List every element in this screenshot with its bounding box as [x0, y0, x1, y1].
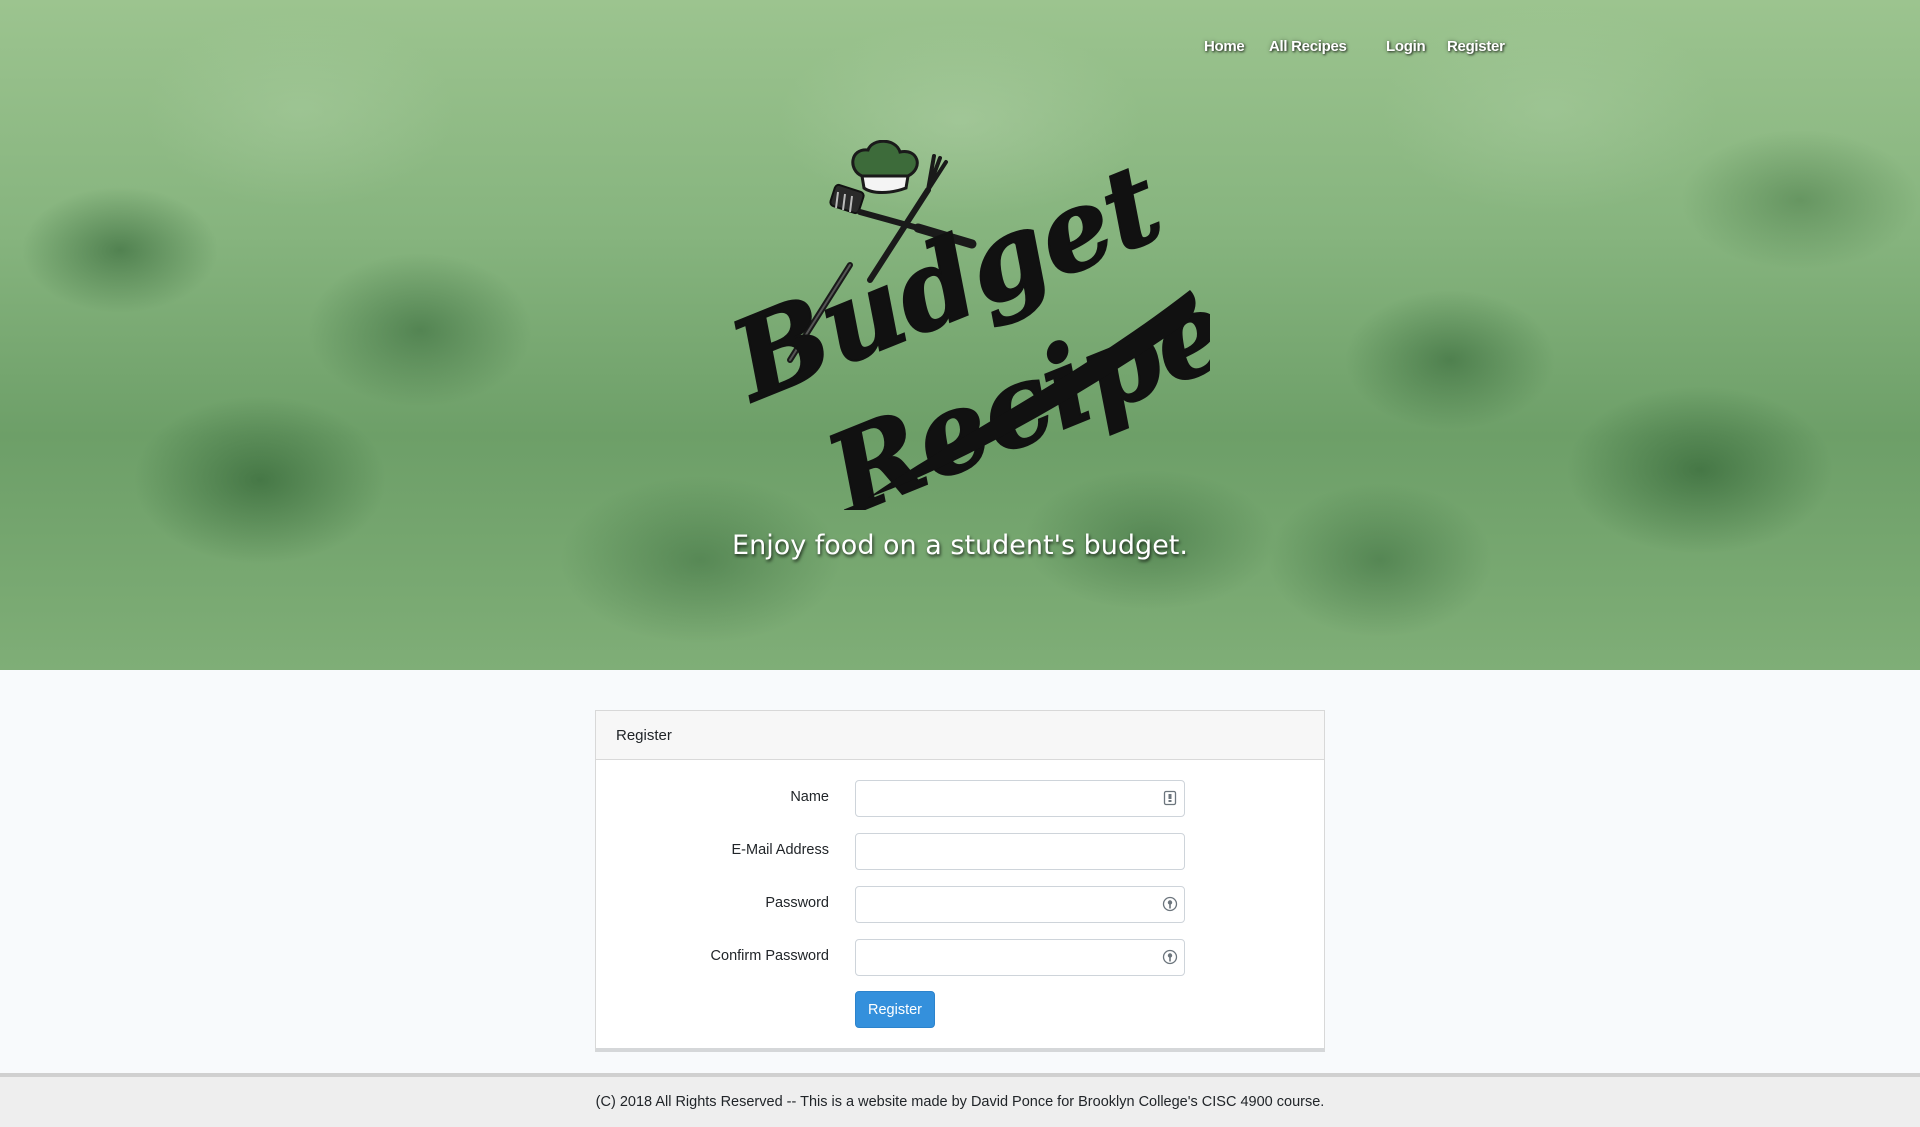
name-label: Name [790, 789, 829, 805]
password-field[interactable] [855, 886, 1185, 923]
top-navigation: Home All Recipes Login Register [0, 38, 1920, 62]
email-label: E-Mail Address [731, 842, 829, 858]
password-row: Password [596, 886, 1324, 924]
chef-hat-icon [851, 140, 919, 194]
confirm-password-field[interactable] [855, 939, 1185, 976]
email-field[interactable] [855, 833, 1185, 870]
page-footer: (C) 2018 All Rights Reserved -- This is … [0, 1073, 1920, 1127]
password-label: Password [765, 895, 829, 911]
budget-recipes-logo: Budget Recipes [720, 140, 1210, 510]
nav-home-link[interactable]: Home [1204, 38, 1245, 55]
register-submit-button[interactable]: Register [855, 991, 935, 1028]
card-header: Register [596, 711, 1324, 760]
key-icon[interactable] [1162, 896, 1178, 912]
name-row: Name [596, 780, 1324, 818]
confirm-password-label: Confirm Password [710, 948, 829, 964]
name-field[interactable] [855, 780, 1185, 817]
email-row: E-Mail Address [596, 833, 1324, 871]
hero-banner: Home All Recipes Login Register Budget R… [0, 0, 1920, 670]
nav-login-link[interactable]: Login [1386, 38, 1426, 55]
register-card: Register Name E-Mail Address Password Co… [595, 710, 1325, 1052]
nav-register-link[interactable]: Register [1447, 38, 1505, 55]
hero-tagline: Enjoy food on a student's budget. [732, 530, 1188, 561]
footer-text: (C) 2018 All Rights Reserved -- This is … [595, 1094, 1325, 1110]
nav-all-recipes-link[interactable]: All Recipes [1269, 38, 1347, 55]
key-icon[interactable] [1162, 949, 1178, 965]
contact-card-icon[interactable] [1162, 790, 1178, 806]
confirm-password-row: Confirm Password [596, 939, 1324, 977]
